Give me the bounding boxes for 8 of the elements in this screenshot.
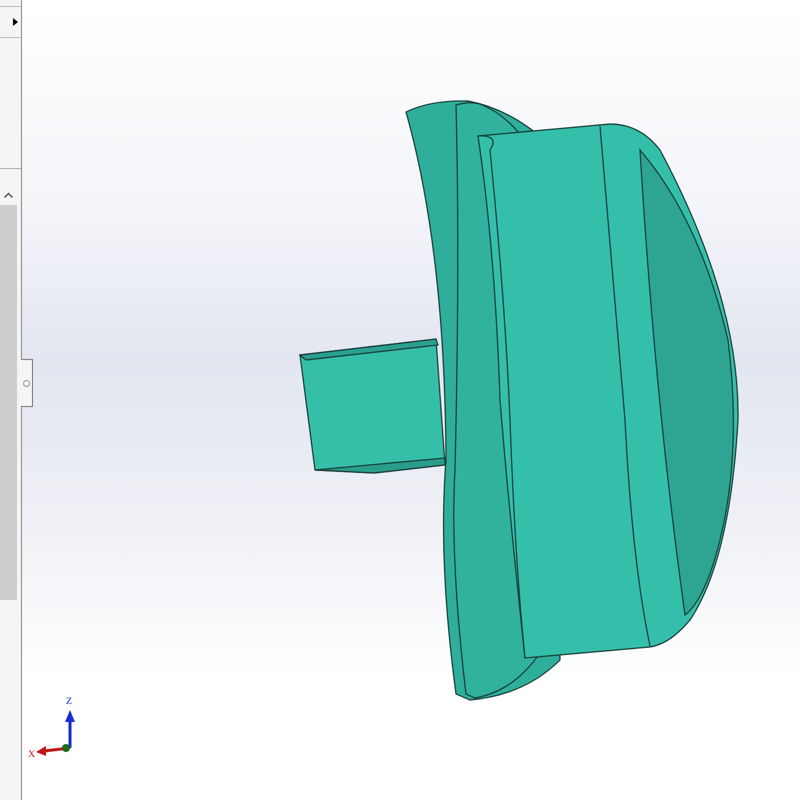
axis-triad-drawing (36, 710, 75, 756)
chevron-up-icon (4, 192, 13, 198)
x-axis-label: X (28, 749, 36, 760)
expand-button[interactable] (0, 6, 21, 38)
triangle-right-icon (13, 18, 18, 26)
panel-collapse-handle[interactable] (21, 359, 33, 407)
scrollbar-thumb[interactable] (0, 205, 17, 600)
z-axis-label: Z (66, 696, 72, 707)
